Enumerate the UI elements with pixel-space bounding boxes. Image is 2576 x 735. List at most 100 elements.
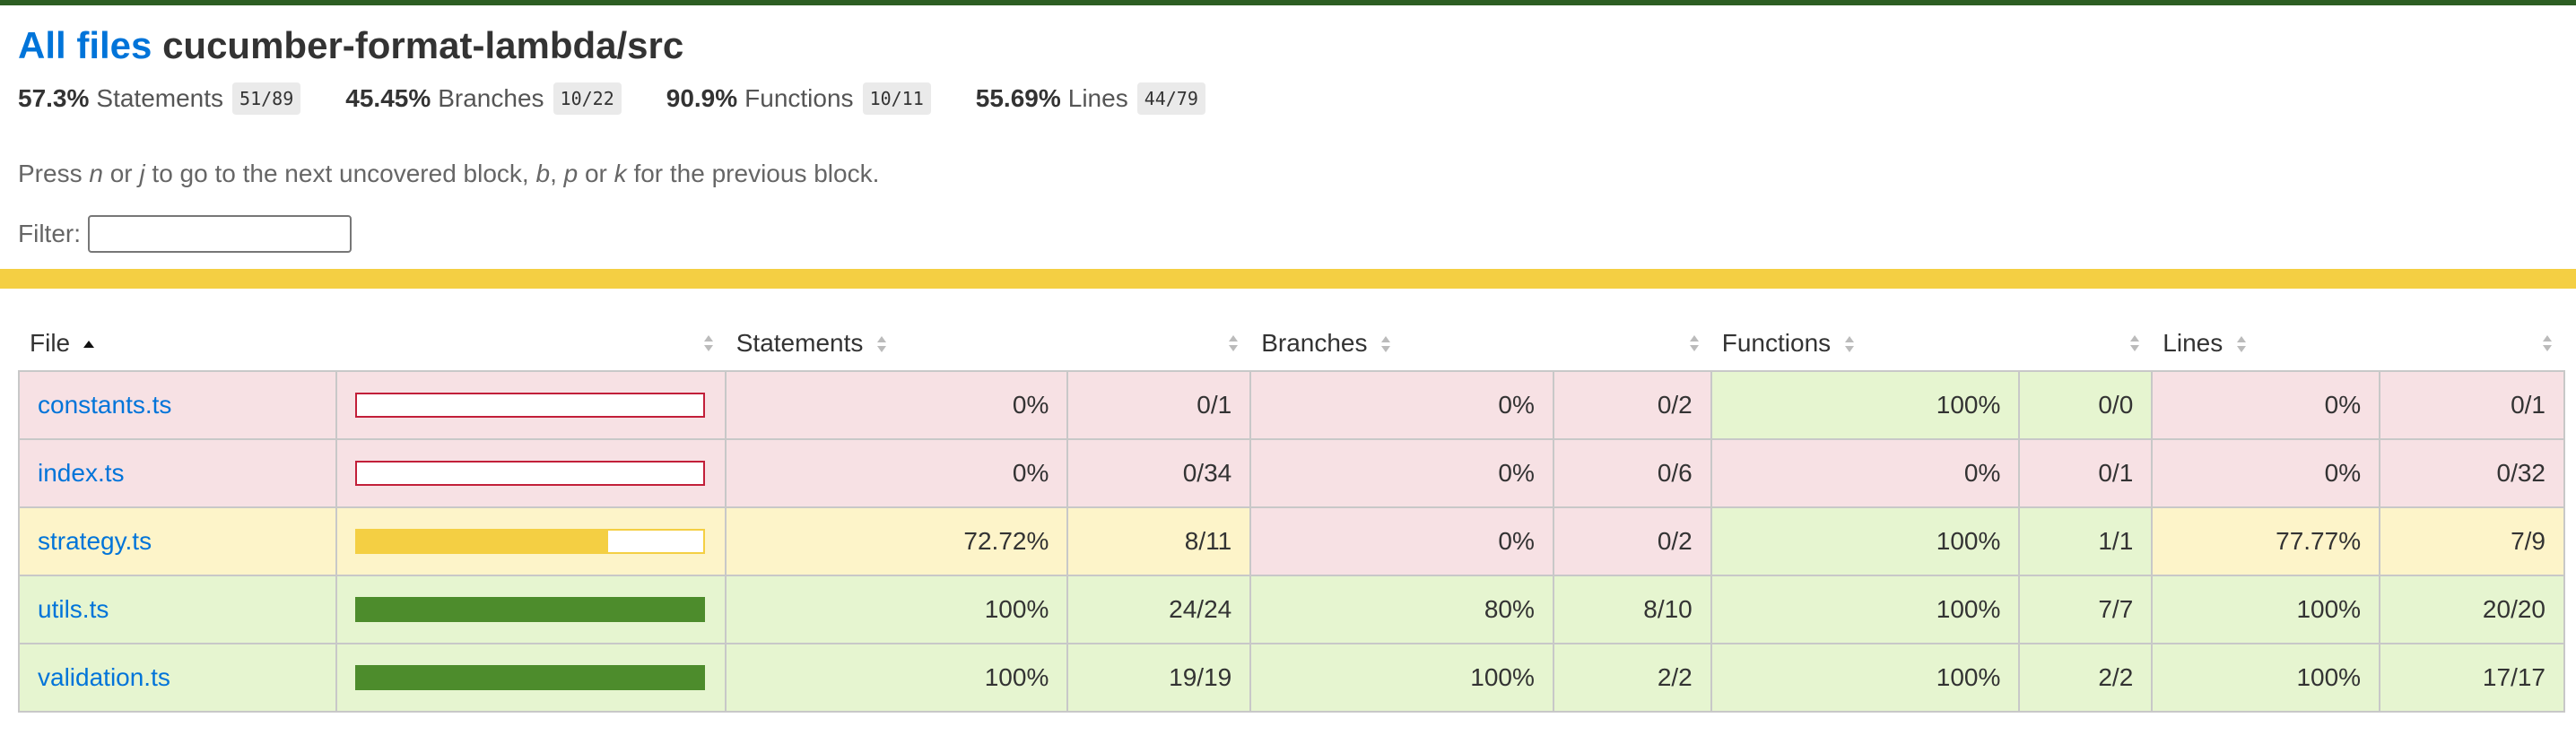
sort-icon <box>1381 336 1391 353</box>
directory-path: cucumber-format-lambda/src <box>162 24 684 66</box>
table-row: validation.ts 100% 19/19 100% 2/2 100% 2/2 100%… <box>18 643 2565 713</box>
functions-fraction: 2/2 <box>2018 643 2154 713</box>
file-cell: utils.ts <box>18 575 337 644</box>
branches-fraction: 0/2 <box>1552 370 1712 440</box>
functions-fraction: 0/1 <box>2018 438 2154 508</box>
lines-pct: 0% <box>2151 438 2381 508</box>
coverage-bar-cell <box>335 438 727 508</box>
summary-fraction: 51/89 <box>232 82 301 115</box>
header-label: File <box>30 328 71 357</box>
branches-pct: 80% <box>1249 575 1554 644</box>
coverage-bar-cell <box>335 506 727 576</box>
summary-pct: 45.45% <box>345 84 431 112</box>
coverage-table: File Statements Branches Functions Lines <box>18 316 2565 713</box>
lines-fraction: 7/9 <box>2379 506 2565 576</box>
sort-icon[interactable] <box>2541 332 2554 355</box>
sort-ascending-icon <box>83 341 94 349</box>
sort-icon <box>1844 336 1854 353</box>
sort-icon[interactable] <box>1227 332 1240 355</box>
filter-label: Filter: <box>18 220 81 247</box>
sort-icon[interactable] <box>2128 332 2141 355</box>
lines-pct: 100% <box>2151 575 2381 644</box>
sort-icon[interactable] <box>1688 332 1701 355</box>
file-link[interactable]: utils.ts <box>38 595 109 623</box>
hint-text: Press <box>18 160 90 187</box>
branches-pct: 100% <box>1249 643 1554 713</box>
coverage-bar <box>354 461 705 486</box>
page-header: All files cucumber-format-lambda/src <box>18 23 683 68</box>
hint-text: to go to the next uncovered block, <box>144 160 536 187</box>
header-lines[interactable]: Lines <box>2152 316 2564 371</box>
table-header-row: File Statements Branches Functions Lines <box>19 316 2564 371</box>
sort-icon[interactable] <box>702 332 715 355</box>
branches-pct: 0% <box>1249 438 1554 508</box>
header-label: Branches <box>1261 328 1368 357</box>
page-title: All files cucumber-format-lambda/src <box>18 23 683 68</box>
all-files-link[interactable]: All files <box>18 24 152 66</box>
branches-fraction: 2/2 <box>1552 643 1712 713</box>
branches-pct: 0% <box>1249 506 1554 576</box>
lines-fraction: 17/17 <box>2379 643 2565 713</box>
functions-fraction: 7/7 <box>2018 575 2154 644</box>
table-row: strategy.ts 72.72% 8/11 0% 0/2 100% 1/1 77.77% 7… <box>18 506 2565 576</box>
summary-pct: 90.9% <box>666 84 738 112</box>
file-link[interactable]: index.ts <box>38 459 125 487</box>
hint-text: or <box>578 160 614 187</box>
keyboard-hint: Press n or j to go to the next uncovered… <box>18 160 879 188</box>
header-statements[interactable]: Statements <box>726 316 1250 371</box>
summary-label: Functions <box>744 84 854 112</box>
branches-fraction: 0/2 <box>1552 506 1712 576</box>
branches-fraction: 0/6 <box>1552 438 1712 508</box>
branches-pct: 0% <box>1249 370 1554 440</box>
functions-pct: 100% <box>1710 506 2021 576</box>
header-label: Statements <box>735 328 864 357</box>
table-row: constants.ts 0% 0/1 0% 0/2 100% 0/0 0% 0/1 <box>18 370 2565 440</box>
statements-fraction: 0/1 <box>1066 370 1252 440</box>
file-cell: constants.ts <box>18 370 337 440</box>
table-row: utils.ts 100% 24/24 80% 8/10 100% 7/7 100% 20/20 <box>18 575 2565 644</box>
lines-fraction: 0/1 <box>2379 370 2565 440</box>
header-branches[interactable]: Branches <box>1250 316 1711 371</box>
sort-icon <box>2237 336 2246 353</box>
file-cell: strategy.ts <box>18 506 337 576</box>
statements-pct: 100% <box>724 643 1069 713</box>
coverage-bar-cell <box>335 643 727 713</box>
file-link[interactable]: strategy.ts <box>38 527 152 555</box>
hint-text: or <box>102 160 140 187</box>
functions-fraction: 1/1 <box>2018 506 2154 576</box>
statements-pct: 0% <box>724 370 1069 440</box>
coverage-bar <box>354 393 705 418</box>
filter-input[interactable] <box>88 215 352 253</box>
summary-pct: 57.3% <box>18 84 90 112</box>
file-link[interactable]: constants.ts <box>38 391 171 419</box>
lines-pct: 100% <box>2151 643 2381 713</box>
header-functions[interactable]: Functions <box>1711 316 2153 371</box>
lines-fraction: 20/20 <box>2379 575 2565 644</box>
functions-pct: 0% <box>1710 438 2021 508</box>
summary-label: Branches <box>438 84 544 112</box>
summary-branches: 45.45% Branches 10/22 <box>345 82 622 115</box>
hint-key: k <box>614 160 627 187</box>
lines-pct: 0% <box>2151 370 2381 440</box>
coverage-bar <box>354 529 705 554</box>
summary-label: Statements <box>96 84 224 112</box>
coverage-bar-fill <box>356 531 609 552</box>
summary-fraction: 10/22 <box>553 82 622 115</box>
coverage-bar-cell <box>335 575 727 644</box>
file-cell: validation.ts <box>18 643 337 713</box>
header-file[interactable]: File <box>19 316 726 371</box>
statements-fraction: 8/11 <box>1066 506 1252 576</box>
header-label: Functions <box>1721 328 1832 357</box>
lines-pct: 77.77% <box>2151 506 2381 576</box>
header-label: Lines <box>2163 328 2224 357</box>
statements-pct: 72.72% <box>724 506 1069 576</box>
summary-fraction: 44/79 <box>1136 82 1205 115</box>
lines-fraction: 0/32 <box>2379 438 2565 508</box>
hint-key: n <box>89 160 103 187</box>
coverage-bar-cell <box>335 370 727 440</box>
coverage-bar-fill <box>356 599 703 620</box>
summary-lines: 55.69% Lines 44/79 <box>976 82 1205 115</box>
file-link[interactable]: validation.ts <box>38 663 170 691</box>
coverage-bar <box>354 665 705 690</box>
statements-fraction: 19/19 <box>1066 643 1252 713</box>
